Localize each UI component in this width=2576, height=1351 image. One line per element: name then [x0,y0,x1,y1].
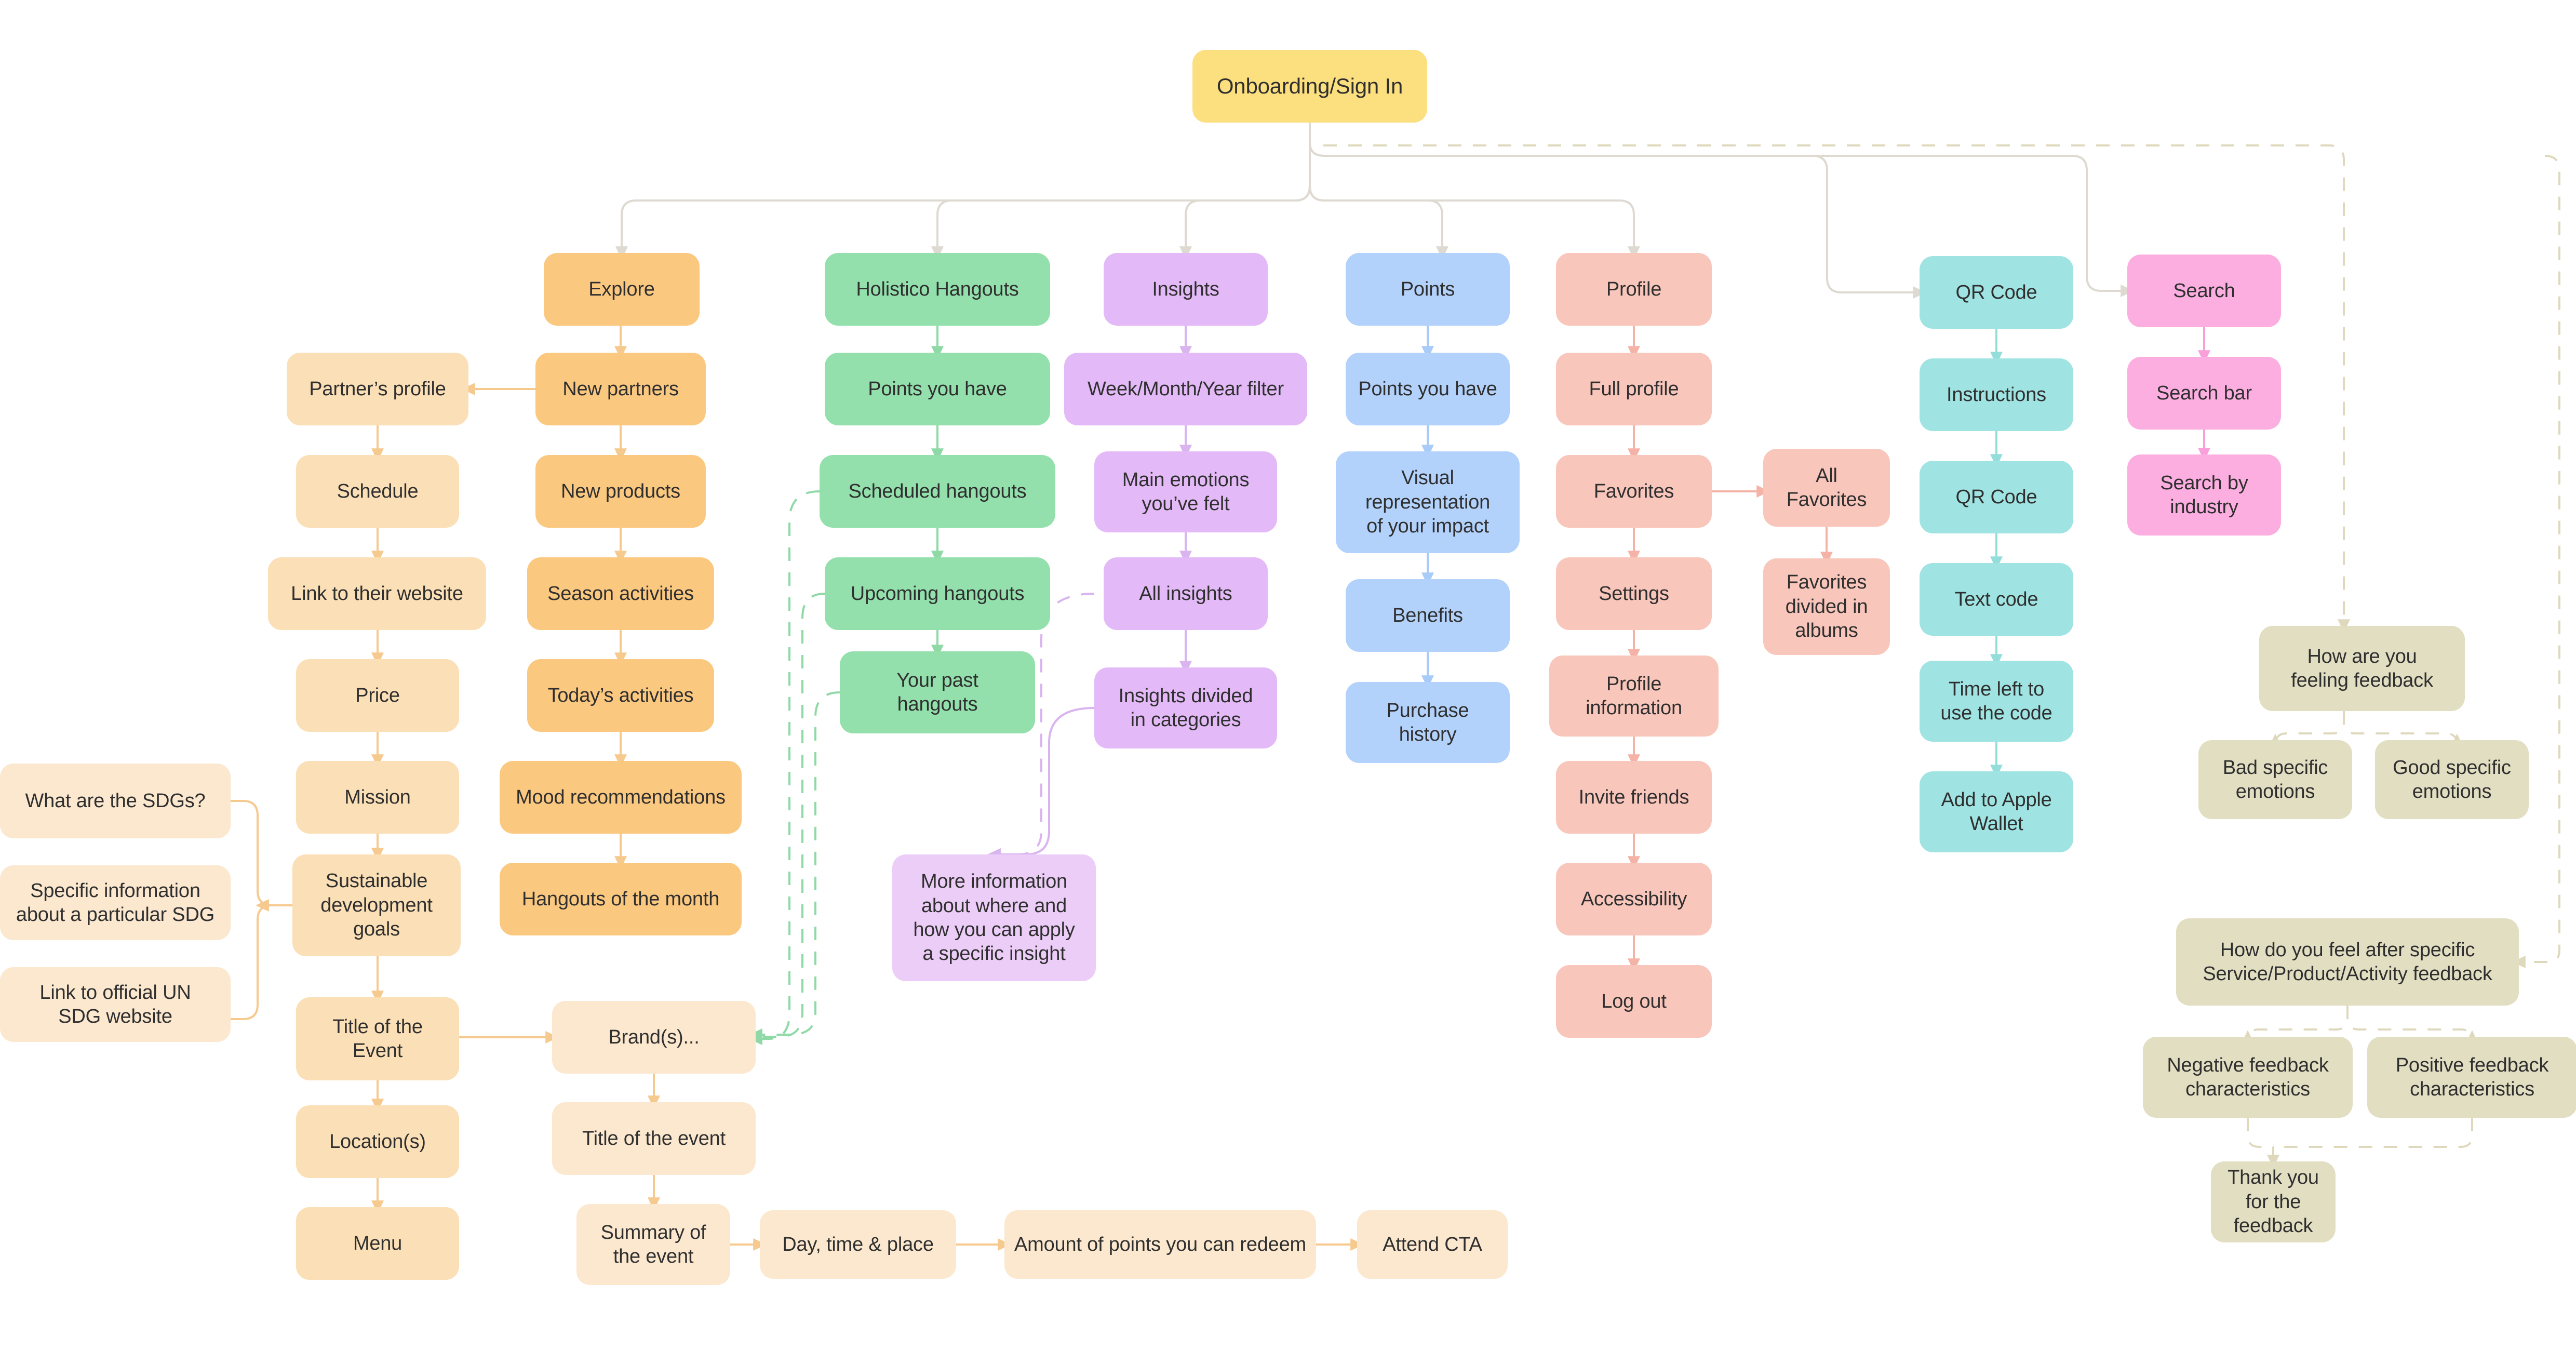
node-good-emotions[interactable]: Good specific emotions [2375,740,2529,819]
node-link-website[interactable]: Link to their website [268,557,486,630]
node-specific-sdg[interactable]: Specific information about a particular … [0,865,231,940]
node-search-bar[interactable]: Search bar [2127,357,2281,430]
node-qrcode2[interactable]: QR Code [1920,461,2073,533]
node-past-h[interactable]: Your past hangouts [840,651,1035,733]
node-apple-wallet[interactable]: Add to Apple Wallet [1920,771,2073,852]
node-new-partners[interactable]: New partners [535,353,706,425]
node-title-event2[interactable]: Title of the event [552,1102,756,1175]
node-fav-albums[interactable]: Favorites divided in albums [1763,558,1890,655]
node-title-event[interactable]: Title of the Event [296,997,459,1080]
node-qrcode[interactable]: QR Code [1920,256,2073,329]
node-accessibility[interactable]: Accessibility [1556,863,1712,935]
node-wmy-filter[interactable]: Week/Month/Year filter [1064,353,1307,425]
node-positive-fb[interactable]: Positive feedback characteristics [2367,1037,2576,1118]
node-insights[interactable]: Insights [1104,253,1268,326]
node-purchase-hist[interactable]: Purchase history [1346,682,1510,763]
node-hangouts-month[interactable]: Hangouts of the month [500,863,742,935]
node-profile-info[interactable]: Profile information [1549,656,1719,737]
node-points-redeem[interactable]: Amount of points you can redeem [1004,1210,1316,1279]
node-full-profile[interactable]: Full profile [1556,353,1712,425]
node-what-sdgs[interactable]: What are the SDGs? [0,764,231,838]
node-invite-friends[interactable]: Invite friends [1556,761,1712,834]
node-root[interactable]: Onboarding/Sign In [1192,50,1427,123]
node-upcoming-h[interactable]: Upcoming hangouts [825,557,1050,630]
node-schedule[interactable]: Schedule [296,455,459,528]
node-today-act[interactable]: Today’s activities [527,659,714,732]
node-pts-have-b[interactable]: Points you have [1346,353,1510,425]
node-benefits[interactable]: Benefits [1346,579,1510,652]
node-thank-you[interactable]: Thank you for the feedback [2211,1161,2336,1242]
node-un-sdg-link[interactable]: Link to official UN SDG website [0,967,231,1042]
node-hangouts[interactable]: Holistico Hangouts [825,253,1050,326]
node-attend-cta[interactable]: Attend CTA [1357,1210,1508,1279]
node-new-products[interactable]: New products [535,455,706,528]
node-negative-fb[interactable]: Negative feedback characteristics [2143,1037,2353,1118]
node-profile[interactable]: Profile [1556,253,1712,326]
node-visual-impact[interactable]: Visual representation of your impact [1336,451,1520,553]
node-favorites[interactable]: Favorites [1556,455,1712,528]
node-partner-profile[interactable]: Partner’s profile [287,353,468,425]
node-more-info[interactable]: More information about where and how you… [892,854,1096,981]
node-mood-rec[interactable]: Mood recommendations [500,761,742,834]
node-explore[interactable]: Explore [544,253,700,326]
node-time-left[interactable]: Time left to use the code [1920,661,2073,742]
node-all-favorites[interactable]: All Favorites [1763,449,1890,527]
node-main-emotions[interactable]: Main emotions you’ve felt [1094,451,1277,532]
node-pts-have-g[interactable]: Points you have [825,353,1050,425]
node-sdg[interactable]: Sustainable development goals [292,854,461,956]
node-logout[interactable]: Log out [1556,965,1712,1038]
node-season-act[interactable]: Season activities [527,557,714,630]
sdg-edges [231,800,292,1020]
node-mission[interactable]: Mission [296,761,459,834]
node-scheduled-h[interactable]: Scheduled hangouts [820,455,1055,528]
node-locations[interactable]: Location(s) [296,1105,459,1178]
node-search[interactable]: Search [2127,255,2281,327]
node-search-industry[interactable]: Search by industry [2127,454,2281,536]
node-how-feel-after[interactable]: How do you feel after specific Service/P… [2176,918,2519,1006]
node-day-time-place[interactable]: Day, time & place [760,1210,956,1279]
node-bad-emotions[interactable]: Bad specific emotions [2198,740,2352,819]
diagram-canvas: .ln{fill:none;stroke-width:4;} .n{stroke… [0,0,2576,1351]
node-settings[interactable]: Settings [1556,557,1712,630]
node-all-insights[interactable]: All insights [1104,557,1268,630]
node-text-code[interactable]: Text code [1920,563,2073,636]
node-menu[interactable]: Menu [296,1207,459,1280]
node-brands[interactable]: Brand(s)... [552,1001,756,1074]
node-points[interactable]: Points [1346,253,1510,326]
node-summary-event[interactable]: Summary of the event [576,1204,730,1285]
node-price[interactable]: Price [296,659,459,732]
node-instructions[interactable]: Instructions [1920,358,2073,431]
node-how-feeling[interactable]: How are you feeling feedback [2259,626,2465,711]
node-insights-cats[interactable]: Insights divided in categories [1094,667,1277,748]
